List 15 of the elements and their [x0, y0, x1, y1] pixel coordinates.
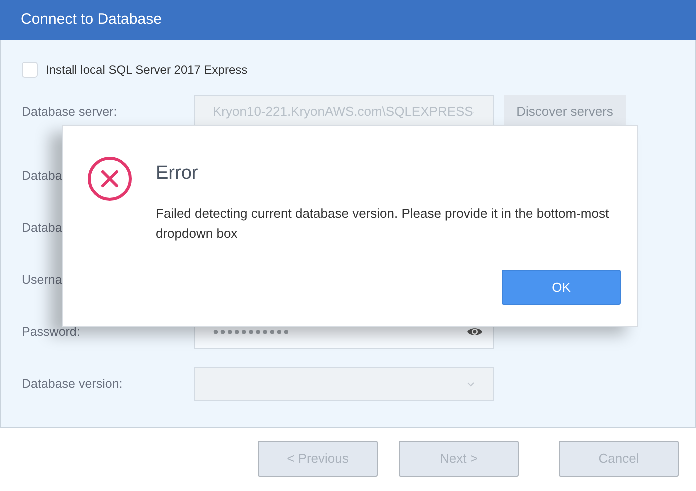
checkbox[interactable]: [22, 62, 38, 78]
field-label: Databa: [22, 221, 62, 235]
field-label: Database server:: [22, 105, 118, 119]
eye-icon[interactable]: [467, 327, 483, 337]
window-title: Connect to Database: [21, 10, 162, 30]
error-icon: [87, 156, 133, 202]
dialog-title: Error: [156, 162, 200, 186]
chevron-icon: [467, 382, 475, 386]
field-label: Userna: [22, 273, 62, 287]
field-label: Databa: [22, 169, 62, 183]
field-label: Password:: [22, 325, 80, 339]
checkbox-label: Install local SQL Server 2017 Express: [46, 62, 248, 79]
ok-button[interactable]: OK: [502, 270, 621, 305]
field-label: Database version:: [22, 377, 123, 391]
error-message: Failed detecting current database version. Please provide it in the bottom-most dropdown box: [156, 204, 610, 243]
